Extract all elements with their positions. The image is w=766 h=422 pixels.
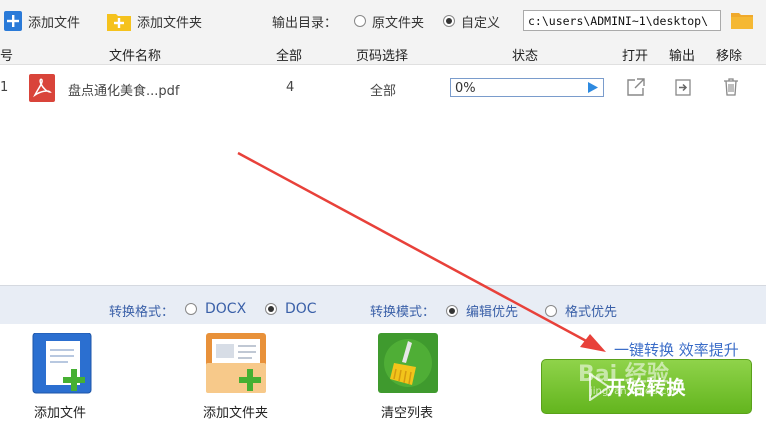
toolbar: 添加文件 添加文件夹 输出目录： 原文件夹 自定义 c:\users\ADMIN… — [0, 0, 766, 42]
row-index: 1 — [0, 80, 9, 95]
format-doc-radio[interactable]: DOC — [265, 301, 317, 317]
add-file-icon — [4, 11, 22, 31]
mode-label: 转换模式： — [370, 305, 436, 320]
radio-selected-icon — [446, 304, 458, 317]
open-external-icon[interactable] — [627, 78, 645, 96]
radio-selected-icon — [443, 15, 455, 27]
broom-icon — [378, 333, 438, 393]
clear-list-label: 清空列表 — [381, 406, 434, 421]
row-total-pages: 4 — [286, 80, 295, 95]
play-icon[interactable] — [588, 82, 598, 93]
progress-text: 0% — [455, 81, 476, 96]
row-file-name: 盘点通化美食...pdf — [68, 84, 180, 99]
col-open-header: 打开 — [622, 49, 649, 64]
add-folder-button[interactable]: 添加文件夹 — [107, 10, 202, 32]
browse-folder-icon[interactable] — [731, 11, 753, 29]
add-folder-icon — [107, 14, 131, 31]
big-add-file-label: 添加文件 — [34, 406, 87, 421]
add-folder-label: 添加文件夹 — [137, 15, 203, 31]
radio-selected-icon — [265, 303, 277, 315]
add-file-button[interactable]: 添加文件 — [4, 10, 80, 32]
format-docx-radio[interactable]: DOCX — [185, 301, 246, 317]
output-original-folder-radio[interactable]: 原文件夹 — [354, 10, 424, 32]
add-file-large-icon — [32, 332, 92, 394]
col-index-header: 号 — [0, 49, 14, 64]
output-option-label: 原文件夹 — [372, 15, 425, 31]
col-remove-header: 移除 — [716, 49, 743, 64]
col-total-header: 全部 — [276, 49, 303, 64]
conversion-progress-bar: 0% — [450, 78, 604, 97]
format-option-label: DOCX — [205, 301, 247, 317]
col-name-header: 文件名称 — [109, 49, 162, 64]
mode-format-priority-radio[interactable]: 格式优先 — [545, 301, 617, 320]
table-header: 号 文件名称 全部 页码选择 状态 打开 输出 移除 — [0, 42, 766, 65]
radio-icon — [545, 304, 557, 317]
options-bar: 转换格式： DOCX DOC 转换模式： 编辑优先 格式优先 — [0, 285, 766, 325]
big-add-folder-button[interactable] — [206, 333, 268, 395]
clear-list-button[interactable] — [378, 333, 438, 393]
trash-icon[interactable] — [723, 78, 739, 96]
big-add-folder-label: 添加文件夹 — [203, 406, 269, 421]
col-page-select-header: 页码选择 — [356, 49, 409, 64]
mode-option-label: 格式优先 — [565, 305, 618, 320]
add-file-label: 添加文件 — [28, 15, 81, 31]
col-status-header: 状态 — [512, 49, 539, 64]
mode-edit-priority-radio[interactable]: 编辑优先 — [446, 301, 518, 320]
format-option-label: DOC — [285, 301, 317, 317]
add-folder-large-icon — [206, 333, 266, 393]
big-add-file-button[interactable] — [30, 332, 94, 395]
output-dir-label: 输出目录： — [272, 16, 338, 31]
export-icon[interactable] — [675, 79, 691, 96]
radio-icon — [185, 303, 197, 315]
row-page-select[interactable]: 全部 — [370, 80, 396, 99]
output-option-label: 自定义 — [461, 15, 501, 31]
watermark-url: jingyan.baidu.com — [590, 386, 683, 397]
output-custom-radio[interactable]: 自定义 — [443, 10, 500, 32]
mode-option-label: 编辑优先 — [466, 305, 519, 320]
format-label: 转换格式： — [109, 305, 175, 320]
table-row[interactable]: 1 盘点通化美食...pdf 4 全部 — [0, 66, 766, 110]
pdf-file-icon — [29, 74, 55, 102]
output-path-field[interactable]: c:\users\ADMINI~1\desktop\ — [523, 10, 721, 31]
radio-icon — [354, 15, 366, 27]
watermark-brand: Bai 经验 — [578, 362, 669, 387]
col-export-header: 输出 — [669, 49, 696, 64]
